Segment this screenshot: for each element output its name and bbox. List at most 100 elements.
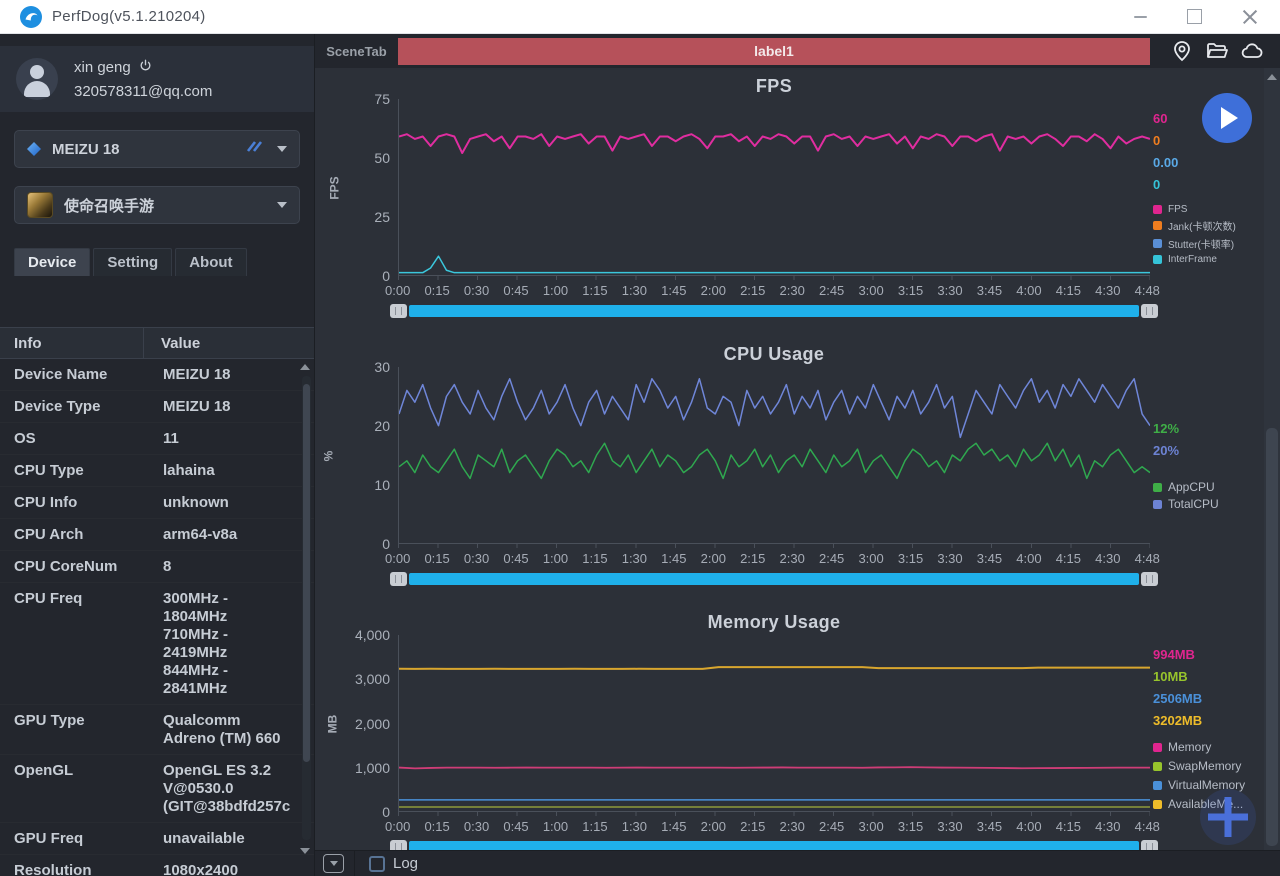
legend-swatch-icon [1153, 205, 1162, 214]
table-row[interactable]: GPU Frequnavailable [0, 823, 314, 855]
user-name: xin geng [74, 59, 131, 76]
minimize-button[interactable] [1134, 16, 1147, 18]
table-row[interactable]: CPU Typelahaina [0, 455, 314, 487]
user-email: 320578311@qq.com [74, 83, 212, 100]
table-row[interactable]: Device TypeMEIZU 18 [0, 391, 314, 423]
folder-icon[interactable] [1205, 39, 1229, 63]
scrollbar-bar[interactable] [409, 305, 1139, 317]
y-tick-label: 4,000 [355, 627, 390, 643]
scrollbar-right-handle[interactable] [1141, 572, 1158, 586]
play-icon [1221, 107, 1238, 129]
play-button[interactable] [1202, 93, 1252, 143]
scrollbar-left-handle[interactable] [390, 304, 407, 318]
x-tick-label: 2:00 [701, 551, 726, 566]
x-tick-label: 1:45 [661, 819, 686, 834]
x-tick-label: 1:00 [543, 819, 568, 834]
x-tick-label: 4:48 [1135, 819, 1160, 834]
device-selector[interactable]: MEIZU 18 [14, 130, 300, 168]
table-row[interactable]: GPU TypeQualcomm Adreno (TM) 660 [0, 705, 314, 755]
marker-pin-icon[interactable] [1170, 39, 1194, 63]
table-row[interactable]: Resolution1080x2400 [0, 855, 314, 876]
collapse-panel-button[interactable] [323, 854, 344, 873]
table-scroll-up-icon[interactable] [300, 364, 310, 370]
x-tick-label: 3:15 [898, 283, 923, 298]
y-tick-label: 3,000 [355, 671, 390, 687]
info-cell: OpenGL [0, 755, 146, 822]
add-chart-button[interactable] [1200, 789, 1256, 845]
cpu-panel: CPU Usage % 3020100 0:000:150:300:451:00… [315, 344, 1264, 604]
logout-power-icon[interactable] [139, 59, 152, 77]
cpu-chart-title: CPU Usage [398, 344, 1150, 365]
legend-item: Jank(卡顿次数) [1153, 218, 1264, 233]
info-cell: GPU Type [0, 705, 146, 754]
info-cell: GPU Freq [0, 823, 146, 854]
device-info-table: Info Value Device NameMEIZU 18Device Typ… [0, 327, 314, 876]
legend-label: AppCPU [1168, 480, 1215, 494]
maximize-button[interactable] [1187, 9, 1202, 24]
scene-label-bar[interactable]: label1 [398, 38, 1150, 65]
tab-setting[interactable]: Setting [93, 248, 172, 276]
x-tick-label: 0:30 [464, 283, 489, 298]
memory-timeline-scrollbar[interactable] [390, 840, 1158, 850]
scrollbar-bar[interactable] [409, 573, 1139, 585]
x-tick-label: 2:30 [780, 283, 805, 298]
scrollbar-bar[interactable] [409, 841, 1139, 850]
scene-tab-label: SceneTab [315, 44, 398, 59]
scrollbar-left-handle[interactable] [390, 840, 407, 850]
x-tick-label: 1:30 [622, 819, 647, 834]
table-scrollbar-thumb[interactable] [303, 384, 310, 762]
table-scrollbar[interactable] [302, 376, 311, 840]
x-tick-label: 3:00 [858, 283, 883, 298]
cpu-timeline-scrollbar[interactable] [390, 572, 1158, 586]
scroll-up-icon[interactable] [1267, 74, 1277, 80]
fps-timeline-scrollbar[interactable] [390, 304, 1158, 318]
y-tick-label: 0 [382, 536, 390, 552]
x-tick-label: 1:00 [543, 551, 568, 566]
x-tick-label: 0:30 [464, 819, 489, 834]
x-tick-label: 4:00 [1016, 283, 1041, 298]
x-tick-label: 3:15 [898, 819, 923, 834]
x-tick-label: 0:45 [503, 819, 528, 834]
y-tick-label: 0 [382, 268, 390, 284]
connection-mode-icon[interactable] [245, 140, 265, 158]
legend-label: FPS [1168, 204, 1187, 215]
tab-device[interactable]: Device [14, 248, 90, 276]
table-row[interactable]: Device NameMEIZU 18 [0, 359, 314, 391]
x-tick-label: 2:30 [780, 551, 805, 566]
value-cell: Qualcomm Adreno (TM) 660 [146, 705, 314, 754]
main-vertical-scrollbar[interactable] [1264, 68, 1280, 850]
legend-swatch-icon [1153, 781, 1162, 790]
table-scroll-down-icon[interactable] [300, 848, 310, 854]
value-cell: 300MHz - 1804MHz 710MHz - 2419MHz 844MHz… [146, 583, 314, 704]
table-row[interactable]: CPU Freq300MHz - 1804MHz 710MHz - 2419MH… [0, 583, 314, 705]
scrollbar-right-handle[interactable] [1141, 840, 1158, 850]
info-cell: CPU CoreNum [0, 551, 146, 582]
x-tick-label: 2:45 [819, 551, 844, 566]
legend-swatch-icon [1153, 255, 1162, 264]
cloud-icon[interactable] [1240, 39, 1264, 63]
user-card: xin geng 320578311@qq.com [0, 46, 314, 112]
x-tick-label: 3:00 [858, 551, 883, 566]
memory-y-axis-unit: MB [325, 714, 339, 733]
value-cell: arm64-v8a [146, 519, 314, 550]
table-header: Info Value [0, 328, 314, 359]
log-toggle[interactable]: Log [369, 855, 418, 872]
table-row[interactable]: CPU CoreNum8 [0, 551, 314, 583]
table-row[interactable]: OpenGLOpenGL ES 3.2 V@0530.0 (GIT@38bdfd… [0, 755, 314, 823]
log-checkbox[interactable] [369, 856, 385, 872]
x-tick-label: 1:45 [661, 283, 686, 298]
table-row[interactable]: CPU Archarm64-v8a [0, 519, 314, 551]
scrollbar-right-handle[interactable] [1141, 304, 1158, 318]
app-selector[interactable]: 使命召唤手游 [14, 186, 300, 224]
scrollbar-left-handle[interactable] [390, 572, 407, 586]
info-cell: CPU Type [0, 455, 146, 486]
table-row[interactable]: OS11 [0, 423, 314, 455]
memory-x-ticks [398, 812, 1150, 816]
table-row[interactable]: CPU Infounknown [0, 487, 314, 519]
divider [354, 851, 355, 876]
tab-about[interactable]: About [175, 248, 246, 276]
x-tick-label: 0:30 [464, 551, 489, 566]
legend-swatch-icon [1153, 239, 1162, 248]
vertical-scrollbar-thumb[interactable] [1266, 428, 1278, 846]
close-button[interactable] [1242, 9, 1258, 25]
